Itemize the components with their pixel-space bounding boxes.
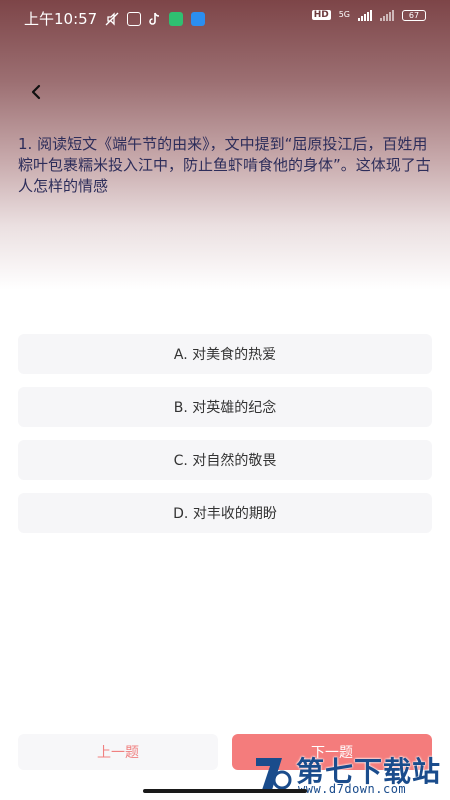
- options-list: A. 对美食的热爱 B. 对英雄的纪念 C. 对自然的敬畏 D. 对丰收的期盼: [18, 334, 432, 546]
- status-right: HD 5G 67: [311, 9, 426, 21]
- prev-question-button[interactable]: 上一题: [18, 734, 218, 770]
- battery-icon: 67: [402, 9, 426, 21]
- network-label: 5G: [338, 10, 350, 19]
- site-logo-icon: [256, 758, 292, 790]
- hd-badge: HD: [311, 10, 331, 20]
- status-left: 上午10:57: [24, 8, 206, 29]
- option-b[interactable]: B. 对英雄的纪念: [18, 387, 432, 427]
- watermark-url: www.d7down.com: [298, 782, 407, 796]
- wechat-app-icon: [169, 11, 184, 26]
- status-bar: 上午10:57 HD 5G 67: [0, 0, 450, 34]
- status-time: 上午10:57: [24, 10, 98, 28]
- back-button[interactable]: [24, 80, 48, 104]
- signal-icon: [358, 9, 372, 21]
- tiktok-icon: [149, 12, 160, 25]
- question-text: 1. 阅读短文《端午节的由来》，文中提到“屈原投江后，百姓用粽叶包裹糯米投入江中…: [18, 135, 431, 195]
- chevron-left-icon: [31, 84, 41, 100]
- nfc-icon: [127, 11, 142, 26]
- option-c[interactable]: C. 对自然的敬畏: [18, 440, 432, 480]
- home-indicator[interactable]: [143, 789, 307, 793]
- option-a[interactable]: A. 对美食的热爱: [18, 334, 432, 374]
- option-d[interactable]: D. 对丰收的期盼: [18, 493, 432, 533]
- chat-app-icon: [191, 11, 206, 26]
- mute-icon: [105, 11, 119, 26]
- signal-icon-secondary: [380, 9, 394, 21]
